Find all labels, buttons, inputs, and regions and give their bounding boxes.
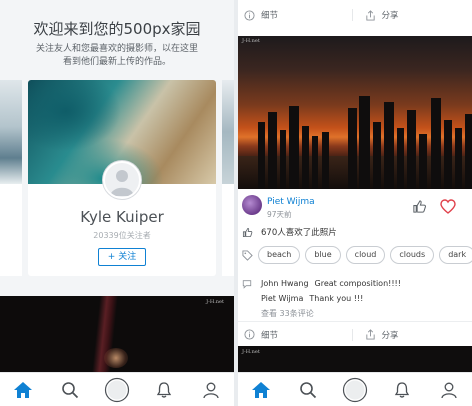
suggested-card-previous[interactable] [0, 80, 22, 276]
home-icon [14, 381, 33, 398]
tab-camera[interactable] [102, 376, 132, 404]
share-icon [365, 329, 375, 340]
comment-text: Thank you !!! [309, 294, 364, 303]
heart-icon [440, 198, 456, 214]
search-icon [300, 381, 317, 398]
share-label: 分享 [381, 330, 399, 341]
share-button[interactable]: 分享 [351, 9, 472, 21]
details-label: 细节 [261, 11, 279, 21]
like-count[interactable]: 670人喜欢了此照片 [242, 226, 337, 238]
notifications-icon [394, 381, 409, 398]
comment-item: John Hwang Great composition!!!! [242, 276, 470, 291]
author-avatar[interactable] [242, 195, 262, 215]
info-icon [244, 329, 255, 340]
share-icon [365, 9, 375, 21]
tag-chip[interactable]: beach [258, 246, 301, 264]
home-icon [252, 381, 271, 398]
follow-button[interactable]: + 关注 [98, 248, 146, 266]
profile-icon [202, 382, 219, 398]
tag-chip[interactable]: clouds [390, 246, 435, 264]
tab-profile[interactable] [434, 376, 464, 404]
comment-author[interactable]: John Hwang [261, 279, 309, 288]
photo-watermark: J-H.net [242, 349, 260, 355]
like-count-label: 670人喜欢了此照片 [261, 228, 337, 238]
share-button[interactable]: 分享 [351, 328, 472, 341]
comment-icon [242, 279, 252, 289]
photo-watermark: J-H.net [242, 38, 260, 44]
tab-profile[interactable] [196, 376, 226, 404]
suggested-photographer-card[interactable]: Kyle Kuiper 20339位关注者 + 关注 [28, 80, 216, 276]
share-label: 分享 [381, 11, 399, 21]
comment-text: Great composition!!!! [314, 279, 401, 288]
favorite-button[interactable] [439, 197, 457, 215]
thumbs-up-icon [242, 227, 253, 237]
tag-chip[interactable]: cloud [345, 246, 386, 264]
welcome-subtitle: 关注友人和您最喜欢的摄影师，以在这里看到他们最新上传的作品。 [35, 44, 198, 67]
profile-icon [440, 382, 457, 398]
feed-photo[interactable]: J-H.net [0, 296, 234, 374]
comment-item: Piet Wijma Thank you !!! [242, 291, 470, 306]
tag-chip[interactable]: blue [305, 246, 341, 264]
details-button[interactable]: 细节 [238, 329, 352, 341]
tab-home[interactable] [246, 376, 276, 404]
photo-image[interactable]: J-H.net [238, 36, 472, 189]
info-icon [244, 9, 255, 21]
next-photo[interactable]: J-H.net [238, 346, 472, 372]
tab-camera[interactable] [340, 376, 370, 404]
author-name[interactable]: Piet Wijma [267, 197, 315, 207]
suggested-card-next[interactable] [222, 80, 234, 276]
post-time: 97天前 [267, 210, 292, 219]
home-feed-pane: 欢迎来到您的500px家园 关注友人和您最喜欢的摄影师，以在这里看到他们最新上传… [0, 0, 234, 406]
avatar[interactable] [103, 161, 141, 199]
tab-search[interactable] [55, 376, 85, 404]
photo-watermark: J-H.net [206, 299, 224, 305]
photo-detail-pane: 细节 分享 J-H.net Piet Wijma 97天前 670人喜欢了此照片… [238, 0, 472, 406]
bottom-tab-bar [0, 372, 234, 406]
comments-section: John Hwang Great composition!!!! Piet Wi… [242, 276, 470, 321]
camera-icon [342, 377, 368, 402]
details-button[interactable]: 细节 [238, 9, 352, 21]
search-icon [62, 381, 79, 398]
tab-home[interactable] [8, 376, 38, 404]
thumbs-up-icon [412, 199, 426, 213]
like-button[interactable] [410, 197, 428, 215]
follower-count: 20339位关注者 [93, 231, 151, 240]
camera-icon [104, 377, 130, 402]
photo-action-bar-bottom: 细节 分享 [238, 321, 472, 347]
tab-notifications[interactable] [387, 376, 417, 404]
notifications-icon [156, 381, 171, 398]
details-label: 细节 [261, 330, 279, 341]
view-all-comments-link[interactable]: 查看 33条评论 [261, 308, 314, 319]
tag-icon [242, 249, 253, 261]
tag-chip[interactable]: dark [439, 246, 472, 264]
comment-author[interactable]: Piet Wijma [261, 294, 303, 303]
welcome-title: 欢迎来到您的500px家园 [33, 20, 201, 38]
photographer-name[interactable]: Kyle Kuiper [28, 208, 216, 226]
photo-action-bar-top: 细节 分享 [238, 2, 472, 28]
tab-notifications[interactable] [149, 376, 179, 404]
tab-search[interactable] [293, 376, 323, 404]
tag-list: beach blue cloud clouds dark [242, 246, 472, 264]
bottom-tab-bar [238, 372, 472, 406]
